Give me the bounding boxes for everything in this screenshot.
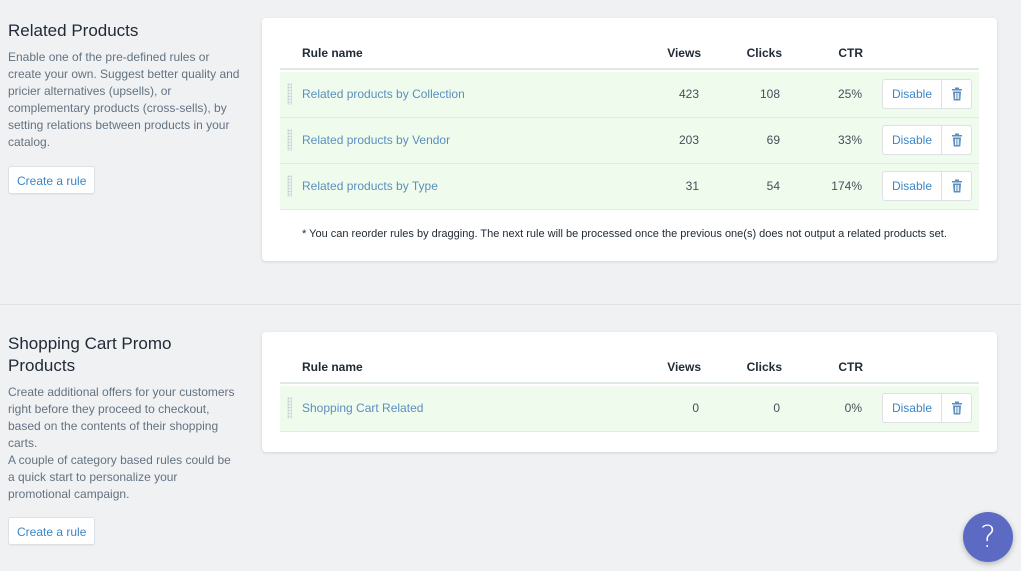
create-rule-button[interactable]: Create a rule xyxy=(8,517,96,545)
column-views: Views xyxy=(667,46,701,60)
table-row[interactable]: Shopping Cart Related 0 0 0% Disable xyxy=(280,386,979,432)
rule-views: 0 xyxy=(692,401,699,415)
related-rules-card: Rule name Views Clicks CTR Related produ… xyxy=(262,18,997,261)
column-ctr: CTR xyxy=(838,46,863,60)
column-clicks: Clicks xyxy=(746,360,782,374)
drag-handle-icon[interactable] xyxy=(287,397,292,419)
rule-name-link[interactable]: Shopping Cart Related xyxy=(302,401,423,415)
column-ctr: CTR xyxy=(838,360,863,374)
rule-clicks: 69 xyxy=(766,133,780,147)
rule-name-link[interactable]: Related products by Vendor xyxy=(302,133,450,147)
reorder-note: * You can reorder rules by dragging. The… xyxy=(302,228,947,240)
rule-views: 203 xyxy=(678,133,699,147)
cart-promo-section: Shopping Cart Promo Products Create addit… xyxy=(0,305,1021,571)
section-description-extra: A couple of category based rules could b… xyxy=(8,453,231,501)
table-header: Rule name Views Clicks CTR xyxy=(280,352,979,384)
trash-icon xyxy=(951,133,962,147)
row-actions: Disable xyxy=(881,171,972,201)
section-description: Create additional offers for your custom… xyxy=(8,385,235,450)
table-row[interactable]: Related products by Vendor 203 69 33% Di… xyxy=(280,118,979,164)
delete-button[interactable] xyxy=(942,125,972,155)
section-description: Enable one of the pre-defined rules or c… xyxy=(8,50,240,149)
disable-button[interactable]: Disable xyxy=(881,393,942,423)
rule-clicks: 54 xyxy=(766,179,780,193)
rule-ctr: 33% xyxy=(837,133,862,147)
rule-clicks: 108 xyxy=(759,87,780,101)
cart-promo-sidebar: Shopping Cart Promo Products Create addit… xyxy=(8,333,240,545)
disable-button[interactable]: Disable xyxy=(881,125,942,155)
related-products-sidebar: Related Products Enable one of the pre-d… xyxy=(8,20,240,194)
rule-name-link[interactable]: Related products by Type xyxy=(302,179,438,193)
column-views: Views xyxy=(667,360,701,374)
cart-rules-card: Rule name Views Clicks CTR Shopping Cart… xyxy=(262,332,997,452)
rule-ctr: 25% xyxy=(837,87,862,101)
section-title-line-2: Products xyxy=(8,356,76,375)
create-rule-button[interactable]: Create a rule xyxy=(8,166,96,194)
table-header: Rule name Views Clicks CTR xyxy=(280,38,979,70)
section-title-line-1: Shopping Cart Promo xyxy=(8,334,172,353)
delete-button[interactable] xyxy=(942,79,972,109)
question-mark-icon: ? xyxy=(980,519,996,555)
trash-icon xyxy=(951,87,962,101)
row-actions: Disable xyxy=(881,125,972,155)
row-actions: Disable xyxy=(881,79,972,109)
table-row[interactable]: Related products by Type 31 54 174% Disa… xyxy=(280,164,979,210)
drag-handle-icon[interactable] xyxy=(287,129,292,151)
delete-button[interactable] xyxy=(942,171,972,201)
section-title: Related Products xyxy=(8,21,139,40)
trash-icon xyxy=(951,401,962,415)
rule-name-link[interactable]: Related products by Collection xyxy=(302,87,465,101)
help-button[interactable]: ? xyxy=(963,512,1013,562)
table-row[interactable]: Related products by Collection 423 108 2… xyxy=(280,72,979,118)
delete-button[interactable] xyxy=(942,393,972,423)
related-products-section: Related Products Enable one of the pre-d… xyxy=(0,0,1021,305)
disable-button[interactable]: Disable xyxy=(881,79,942,109)
rule-views: 31 xyxy=(685,179,699,193)
rule-ctr: 174% xyxy=(831,179,862,193)
disable-button[interactable]: Disable xyxy=(881,171,942,201)
column-rule-name: Rule name xyxy=(302,360,363,374)
column-rule-name: Rule name xyxy=(302,46,363,60)
trash-icon xyxy=(951,179,962,193)
section-title: Shopping Cart Promo Products xyxy=(8,333,240,377)
drag-handle-icon[interactable] xyxy=(287,175,292,197)
row-actions: Disable xyxy=(881,393,972,423)
drag-handle-icon[interactable] xyxy=(287,83,292,105)
rule-ctr: 0% xyxy=(844,401,862,415)
column-clicks: Clicks xyxy=(746,46,782,60)
rule-views: 423 xyxy=(678,87,699,101)
rule-clicks: 0 xyxy=(773,401,780,415)
